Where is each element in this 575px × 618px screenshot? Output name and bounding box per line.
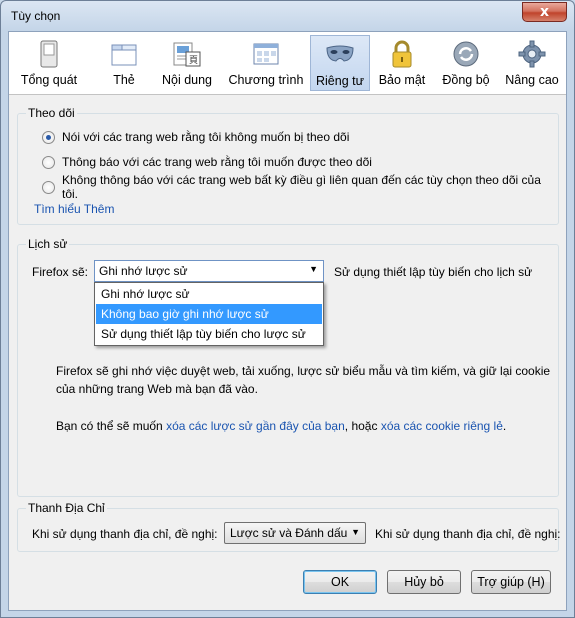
radio-label: Nói với các trang web rằng tôi không muố… [62, 130, 350, 144]
learn-more-link[interactable]: Tìm hiểu Thêm [34, 202, 114, 216]
radio-button[interactable] [42, 130, 55, 144]
clear-recent-history-link[interactable]: xóa các lược sử gần đây của bạn [166, 419, 345, 433]
tab-label: Tổng quát [20, 73, 78, 87]
cancel-button[interactable]: Hủy bỏ [387, 570, 461, 594]
tab-privacy[interactable]: Riêng tư [310, 35, 370, 91]
suggest-label: Khi sử dụng thanh địa chỉ, đề nghị: [32, 527, 218, 541]
suggest-label-secondary: Khi sử dụng thanh địa chỉ, đề nghị: [375, 527, 561, 541]
description-line: Firefox sẽ ghi nhớ việc duyệt web, tải x… [56, 364, 551, 378]
svg-text:頁: 頁 [189, 55, 198, 65]
tab-label: Nâng cao [505, 73, 559, 87]
content-icon: 頁 [173, 42, 201, 67]
history-description: Firefox sẽ ghi nhớ việc duyệt web, tải x… [56, 362, 556, 398]
history-title: Lịch sử [26, 237, 70, 251]
chevron-down-icon: ▼ [309, 264, 318, 274]
radio-button[interactable] [42, 155, 55, 169]
history-mode-dropdown[interactable]: Ghi nhớ lược sử ▼ [94, 260, 324, 282]
location-bar-title: Thanh Địa Chỉ [26, 501, 107, 515]
tab-content[interactable]: 頁 Nội dung [155, 35, 219, 91]
option-remember-history[interactable]: Ghi nhớ lược sử [96, 284, 322, 304]
preferences-window: Tùy chọn x Tổng quát Thẻ 頁 Nội dung Chươ… [0, 0, 575, 618]
radio-label: Thông báo với các trang web rằng tôi muố… [62, 155, 372, 169]
padlock-icon [392, 40, 412, 68]
clear-middle: , hoặc [344, 419, 378, 433]
suggest-dropdown[interactable]: Lược sử và Đánh dấu ▼ [224, 522, 366, 544]
tab-label: Nội dung [161, 73, 213, 87]
custom-settings-note: Sử dụng thiết lập tùy biến cho lịch sử [334, 265, 533, 279]
tab-label: Chương trình [228, 73, 304, 87]
privacy-mask-icon [326, 45, 354, 62]
tab-security[interactable]: Bảo mật [373, 35, 431, 91]
gear-icon [518, 40, 546, 68]
tab-tabs[interactable]: Thẻ [93, 35, 155, 91]
tab-general[interactable]: Tổng quát [17, 35, 81, 91]
chevron-down-icon: ▼ [351, 527, 360, 537]
close-button[interactable]: x [522, 2, 567, 22]
tracking-title: Theo dõi [26, 106, 77, 120]
option-custom-settings[interactable]: Sử dụng thiết lập tùy biến cho lược sử [96, 324, 322, 344]
switch-icon [40, 40, 58, 68]
location-bar-group: Thanh Địa Chỉ Khi sử dụng thanh địa chỉ,… [17, 501, 561, 552]
tabs-icon [111, 44, 137, 66]
tab-label: Riêng tư [316, 74, 364, 88]
remove-cookies-link[interactable]: xóa các cookie riêng lẻ [381, 419, 503, 433]
clear-prefix: Bạn có thể sẽ muốn [56, 419, 163, 433]
tab-label: Thẻ [113, 73, 135, 87]
clear-suffix: . [502, 419, 507, 433]
tab-label: Đồng bộ [442, 73, 490, 87]
tab-sync[interactable]: Đồng bộ [437, 35, 495, 91]
category-toolbar: Tổng quát Thẻ 頁 Nội dung Chương trình Ri… [9, 32, 566, 95]
radio-no-preference[interactable]: Không thông báo với các trang web bất kỳ… [42, 173, 558, 201]
title-bar[interactable]: Tùy chọn x [1, 1, 574, 31]
ok-button[interactable]: OK [303, 570, 377, 594]
close-icon: x [539, 4, 550, 20]
help-button[interactable]: Trợ giúp (H) [471, 570, 551, 594]
clear-history-sentence: Bạn có thể sẽ muốn xóa các lược sử gần đ… [56, 419, 506, 433]
radio-button[interactable] [42, 180, 55, 194]
radio-do-not-track[interactable]: Nói với các trang web rằng tôi không muố… [42, 128, 349, 146]
dialog-body: Tổng quát Thẻ 頁 Nội dung Chương trình Ri… [8, 31, 567, 611]
dropdown-value: Ghi nhớ lược sử [99, 264, 188, 278]
radio-allow-tracking[interactable]: Thông báo với các trang web rằng tôi muố… [42, 153, 372, 171]
tab-label: Bảo mật [378, 73, 426, 87]
firefox-will-label: Firefox sẽ: [32, 265, 89, 279]
tab-advanced[interactable]: Nâng cao [501, 35, 563, 91]
tab-applications[interactable]: Chương trình [225, 35, 307, 91]
history-mode-options: Ghi nhớ lược sử Không bao giờ ghi nhớ lư… [94, 282, 324, 346]
radio-label: Không thông báo với các trang web bất kỳ… [62, 173, 541, 201]
window-title: Tùy chọn [11, 9, 61, 23]
privacy-panel: Theo dõi Nói với các trang web rằng tôi … [9, 96, 566, 612]
applications-icon [253, 43, 279, 65]
tracking-group: Theo dõi Nói với các trang web rằng tôi … [17, 106, 559, 225]
sync-icon [453, 41, 479, 67]
dropdown-value: Lược sử và Đánh dấu [230, 526, 348, 540]
option-never-remember[interactable]: Không bao giờ ghi nhớ lược sử [96, 304, 322, 324]
description-line: của những trang Web mà bạn đã vào. [56, 382, 258, 396]
history-group: Lịch sử Firefox sẽ: Ghi nhớ lược sử ▼ Sử… [17, 237, 559, 497]
